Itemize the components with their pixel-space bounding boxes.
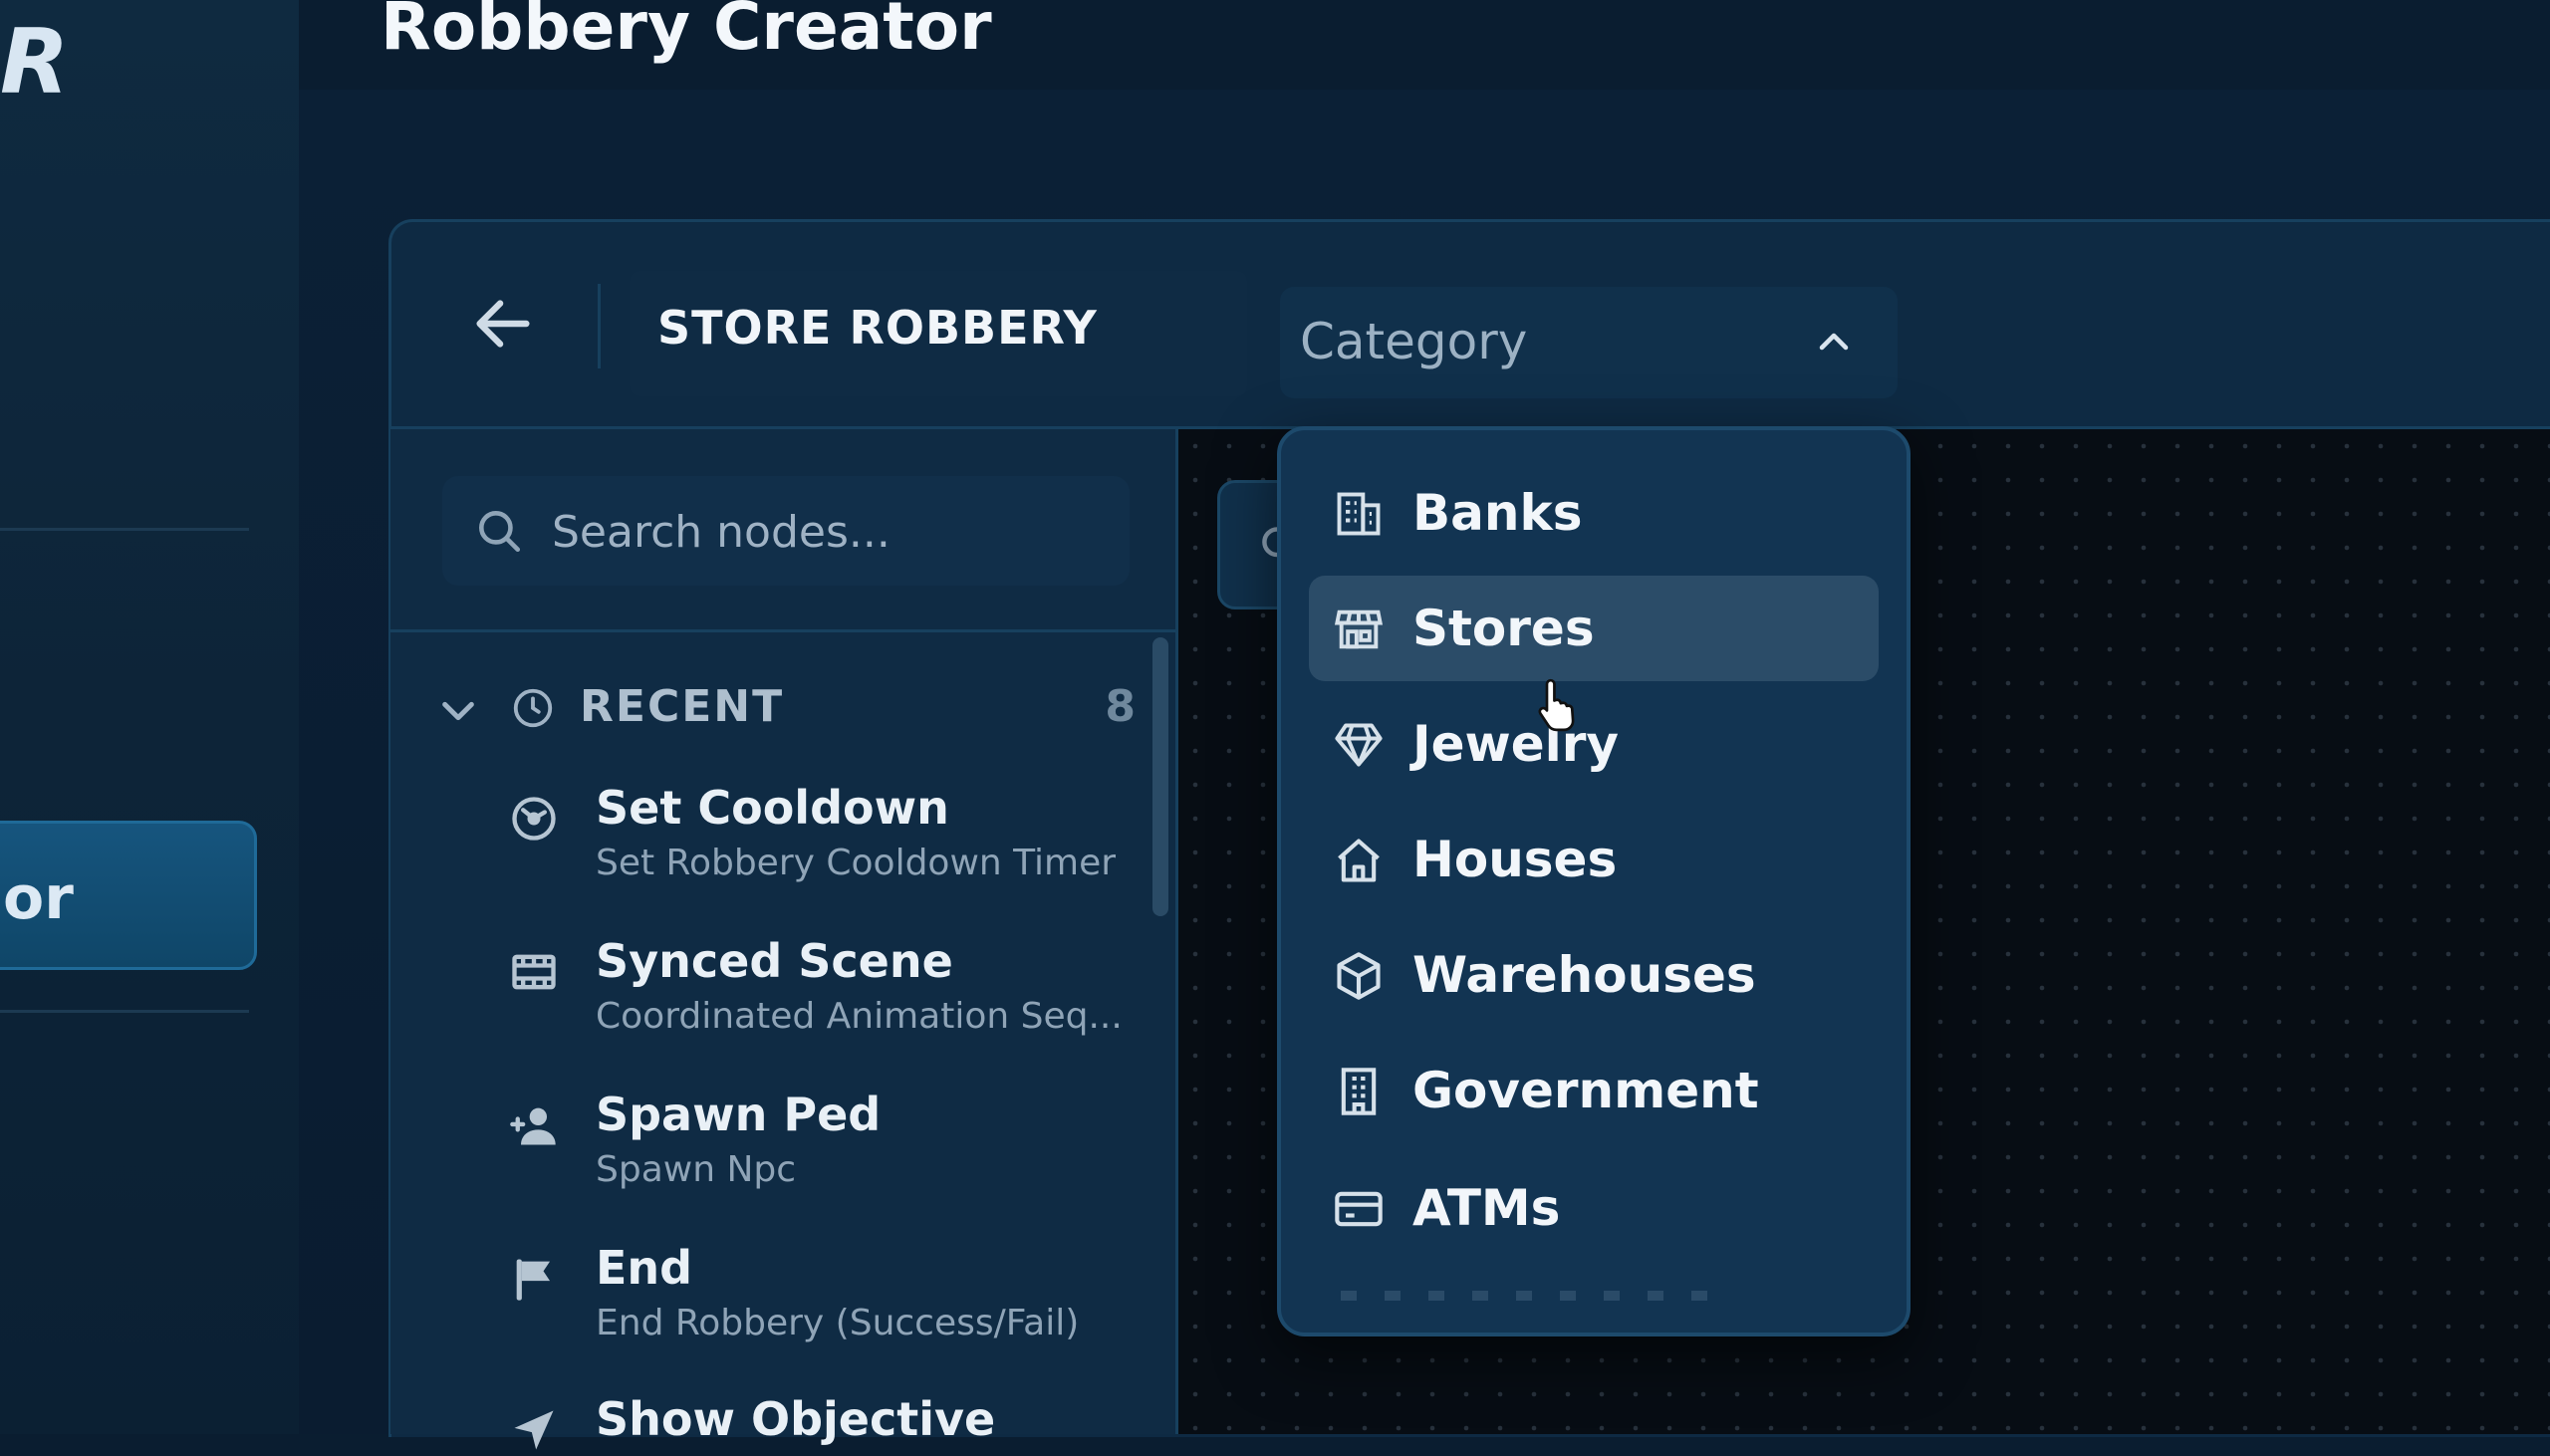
category-select[interactable]: Category	[1280, 287, 1898, 398]
node-subtitle: Coordinated Animation Seq...	[596, 996, 1123, 1037]
sidebar-divider	[0, 528, 249, 531]
app-sidebar	[0, 0, 299, 1434]
category-dropdown-menu: Banks Stores Jewelry Houses Warehouses G…	[1277, 426, 1911, 1336]
page-title: Robbery Creator	[381, 0, 992, 65]
recent-label: RECENT	[580, 681, 785, 732]
back-button[interactable]	[468, 289, 538, 359]
government-building-icon	[1341, 1068, 1377, 1115]
node-title: Show Objective	[596, 1392, 996, 1446]
category-option-label: Houses	[1412, 831, 1618, 888]
bank-building-icon	[1337, 492, 1381, 536]
clock-icon	[513, 688, 553, 728]
dropdown-overflow-hint	[1341, 1291, 1719, 1301]
sidebar-item-label: or	[3, 863, 74, 933]
storefront-icon	[1334, 609, 1384, 649]
category-option-government[interactable]: Government	[1309, 1038, 1879, 1143]
navigation-icon	[514, 1410, 554, 1450]
node-list-scrollbar[interactable]	[1152, 637, 1168, 916]
category-option-label: Banks	[1412, 484, 1583, 542]
header-divider	[598, 284, 601, 368]
recent-section-header[interactable]: RECENT 8	[438, 675, 1136, 745]
category-option-jewelry[interactable]: Jewelry	[1309, 691, 1879, 797]
box-icon	[1337, 952, 1381, 1000]
category-placeholder: Category	[1300, 313, 1528, 370]
search-icon	[479, 511, 521, 553]
sidebar-item-active[interactable]: or	[0, 821, 257, 970]
sidebar-divider	[0, 1010, 249, 1013]
node-title: Set Cooldown	[596, 781, 949, 835]
node-search	[442, 476, 1130, 586]
node-subtitle: Set Robbery Cooldown Timer	[596, 843, 1117, 883]
card-icon	[1335, 1191, 1383, 1227]
recent-count: 8	[1105, 681, 1136, 732]
node-subtitle: End Robbery (Success/Fail)	[596, 1303, 1080, 1343]
brand-logo: R	[0, 10, 69, 115]
house-icon	[1338, 839, 1380, 882]
category-option-label: Jewelry	[1412, 715, 1620, 773]
user-plus-icon	[510, 1107, 556, 1145]
arrow-left-icon	[476, 300, 530, 348]
node-title: Synced Scene	[596, 934, 953, 988]
search-divider	[390, 629, 1177, 632]
cooldown-icon	[512, 797, 556, 841]
category-option-label: Government	[1412, 1062, 1759, 1119]
hand-pointer-icon	[1538, 678, 1575, 732]
category-option-atms[interactable]: ATMs	[1309, 1155, 1879, 1261]
chevron-down-icon	[442, 701, 474, 721]
robbery-title: STORE ROBBERY	[657, 301, 1098, 355]
diamond-icon	[1335, 723, 1383, 767]
chevron-up-icon	[1819, 333, 1849, 351]
node-subtitle: Spawn Npc	[596, 1149, 797, 1190]
category-option-label: Stores	[1412, 600, 1595, 657]
category-option-label: ATMs	[1412, 1179, 1561, 1237]
flag-icon	[516, 1259, 551, 1301]
category-option-warehouses[interactable]: Warehouses	[1309, 922, 1879, 1028]
category-option-label: Warehouses	[1412, 946, 1756, 1004]
node-title: Spawn Ped	[596, 1088, 882, 1141]
category-option-stores[interactable]: Stores	[1309, 576, 1879, 681]
category-option-houses[interactable]: Houses	[1309, 807, 1879, 912]
node-title: End	[596, 1241, 693, 1295]
film-icon	[512, 954, 556, 990]
search-input[interactable]	[550, 498, 1112, 566]
category-option-banks[interactable]: Banks	[1309, 460, 1879, 566]
